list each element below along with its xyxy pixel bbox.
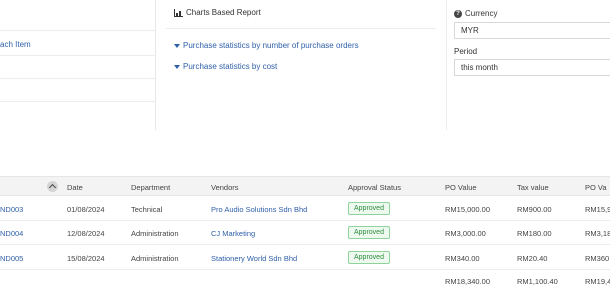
period-label: Period bbox=[454, 47, 478, 56]
status-badge: Approved bbox=[348, 202, 390, 215]
cell-tax-value: RM20.40 bbox=[517, 254, 548, 263]
total-tax-value: RM1,100.40 bbox=[517, 277, 558, 286]
bar-chart-icon bbox=[174, 8, 183, 17]
vendor-link[interactable]: CJ Marketing bbox=[211, 229, 255, 238]
cell-po-total: RM15,9 bbox=[585, 205, 610, 214]
report-list-column: ach Item bbox=[0, 0, 156, 130]
vendor-link[interactable]: Stationery World Sdn Bhd bbox=[211, 254, 297, 263]
column-header-vendors[interactable]: Vendors bbox=[211, 183, 239, 192]
vendor-link[interactable]: Pro Audio Solutions Sdn Bhd bbox=[211, 205, 307, 214]
caret-down-icon bbox=[174, 43, 180, 48]
cell-department: Technical bbox=[131, 205, 163, 214]
po-number-link[interactable]: ND004 bbox=[0, 229, 23, 238]
divider bbox=[0, 101, 156, 102]
report-link-each-item[interactable]: ach Item bbox=[0, 40, 31, 49]
filters-column: ? Currency MYR Period this month bbox=[446, 0, 610, 130]
cell-department: Administration bbox=[131, 229, 179, 238]
link-purchase-stats-by-cost[interactable]: Purchase statistics by cost bbox=[174, 62, 277, 71]
total-po-total: RM19,4 bbox=[585, 277, 610, 286]
currency-select[interactable]: MYR bbox=[454, 22, 610, 39]
column-header-date[interactable]: Date bbox=[67, 183, 83, 192]
table-header: Date Department Vendors Approval Status … bbox=[0, 176, 610, 196]
chevron-up-icon[interactable] bbox=[47, 181, 58, 192]
cell-tax-value: RM900.00 bbox=[517, 205, 552, 214]
column-header-tax-value[interactable]: Tax value bbox=[517, 183, 549, 192]
cell-date: 01/08/2024 bbox=[67, 205, 105, 214]
total-po-value: RM18,340.00 bbox=[445, 277, 491, 286]
cell-po-value: RM15,000.00 bbox=[445, 205, 491, 214]
cell-po-value: RM340.00 bbox=[445, 254, 480, 263]
link-label: Purchase statistics by number of purchas… bbox=[183, 41, 359, 50]
divider bbox=[0, 78, 156, 79]
table-row[interactable]: ND004 12/08/2024 Administration CJ Marke… bbox=[0, 221, 610, 245]
divider bbox=[0, 55, 156, 56]
currency-label: ? Currency bbox=[454, 9, 497, 18]
cell-date: 15/08/2024 bbox=[67, 254, 105, 263]
link-label: Purchase statistics by cost bbox=[183, 62, 278, 71]
table-row[interactable]: ND003 01/08/2024 Technical Pro Audio Sol… bbox=[0, 197, 610, 221]
column-header-approval-status[interactable]: Approval Status bbox=[348, 183, 401, 192]
cell-tax-value: RM180.00 bbox=[517, 229, 552, 238]
column-header-po-total[interactable]: PO Va bbox=[585, 183, 607, 192]
caret-down-icon bbox=[174, 64, 180, 69]
po-number-link[interactable]: ND005 bbox=[0, 254, 23, 263]
charts-report-column: Charts Based Report Purchase statistics … bbox=[166, 0, 436, 130]
divider bbox=[0, 30, 156, 31]
charts-section-label: Charts Based Report bbox=[186, 8, 261, 17]
status-badge: Approved bbox=[348, 226, 390, 239]
status-badge: Approved bbox=[348, 251, 390, 264]
help-icon[interactable]: ? bbox=[454, 9, 462, 18]
totals-row: RM18,340.00 RM1,100.40 RM19,4 bbox=[0, 272, 610, 292]
report-panel: ach Item Charts Based Report Purchase st… bbox=[0, 0, 610, 135]
cell-po-total: RM360 bbox=[585, 254, 610, 263]
currency-label-text: Currency bbox=[465, 9, 498, 18]
cell-department: Administration bbox=[131, 254, 179, 263]
po-number-link[interactable]: ND003 bbox=[0, 205, 23, 214]
charts-section-title: Charts Based Report bbox=[174, 8, 261, 17]
divider bbox=[166, 28, 436, 29]
cell-po-value: RM3,000.00 bbox=[445, 229, 486, 238]
table-row[interactable]: ND005 15/08/2024 Administration Statione… bbox=[0, 246, 610, 270]
column-header-po-value[interactable]: PO Value bbox=[445, 183, 477, 192]
column-header-department[interactable]: Department bbox=[131, 183, 170, 192]
link-purchase-stats-by-orders[interactable]: Purchase statistics by number of purchas… bbox=[174, 41, 359, 50]
cell-date: 12/08/2024 bbox=[67, 229, 105, 238]
cell-po-total: RM3,18 bbox=[585, 229, 610, 238]
period-select[interactable]: this month bbox=[454, 59, 610, 76]
